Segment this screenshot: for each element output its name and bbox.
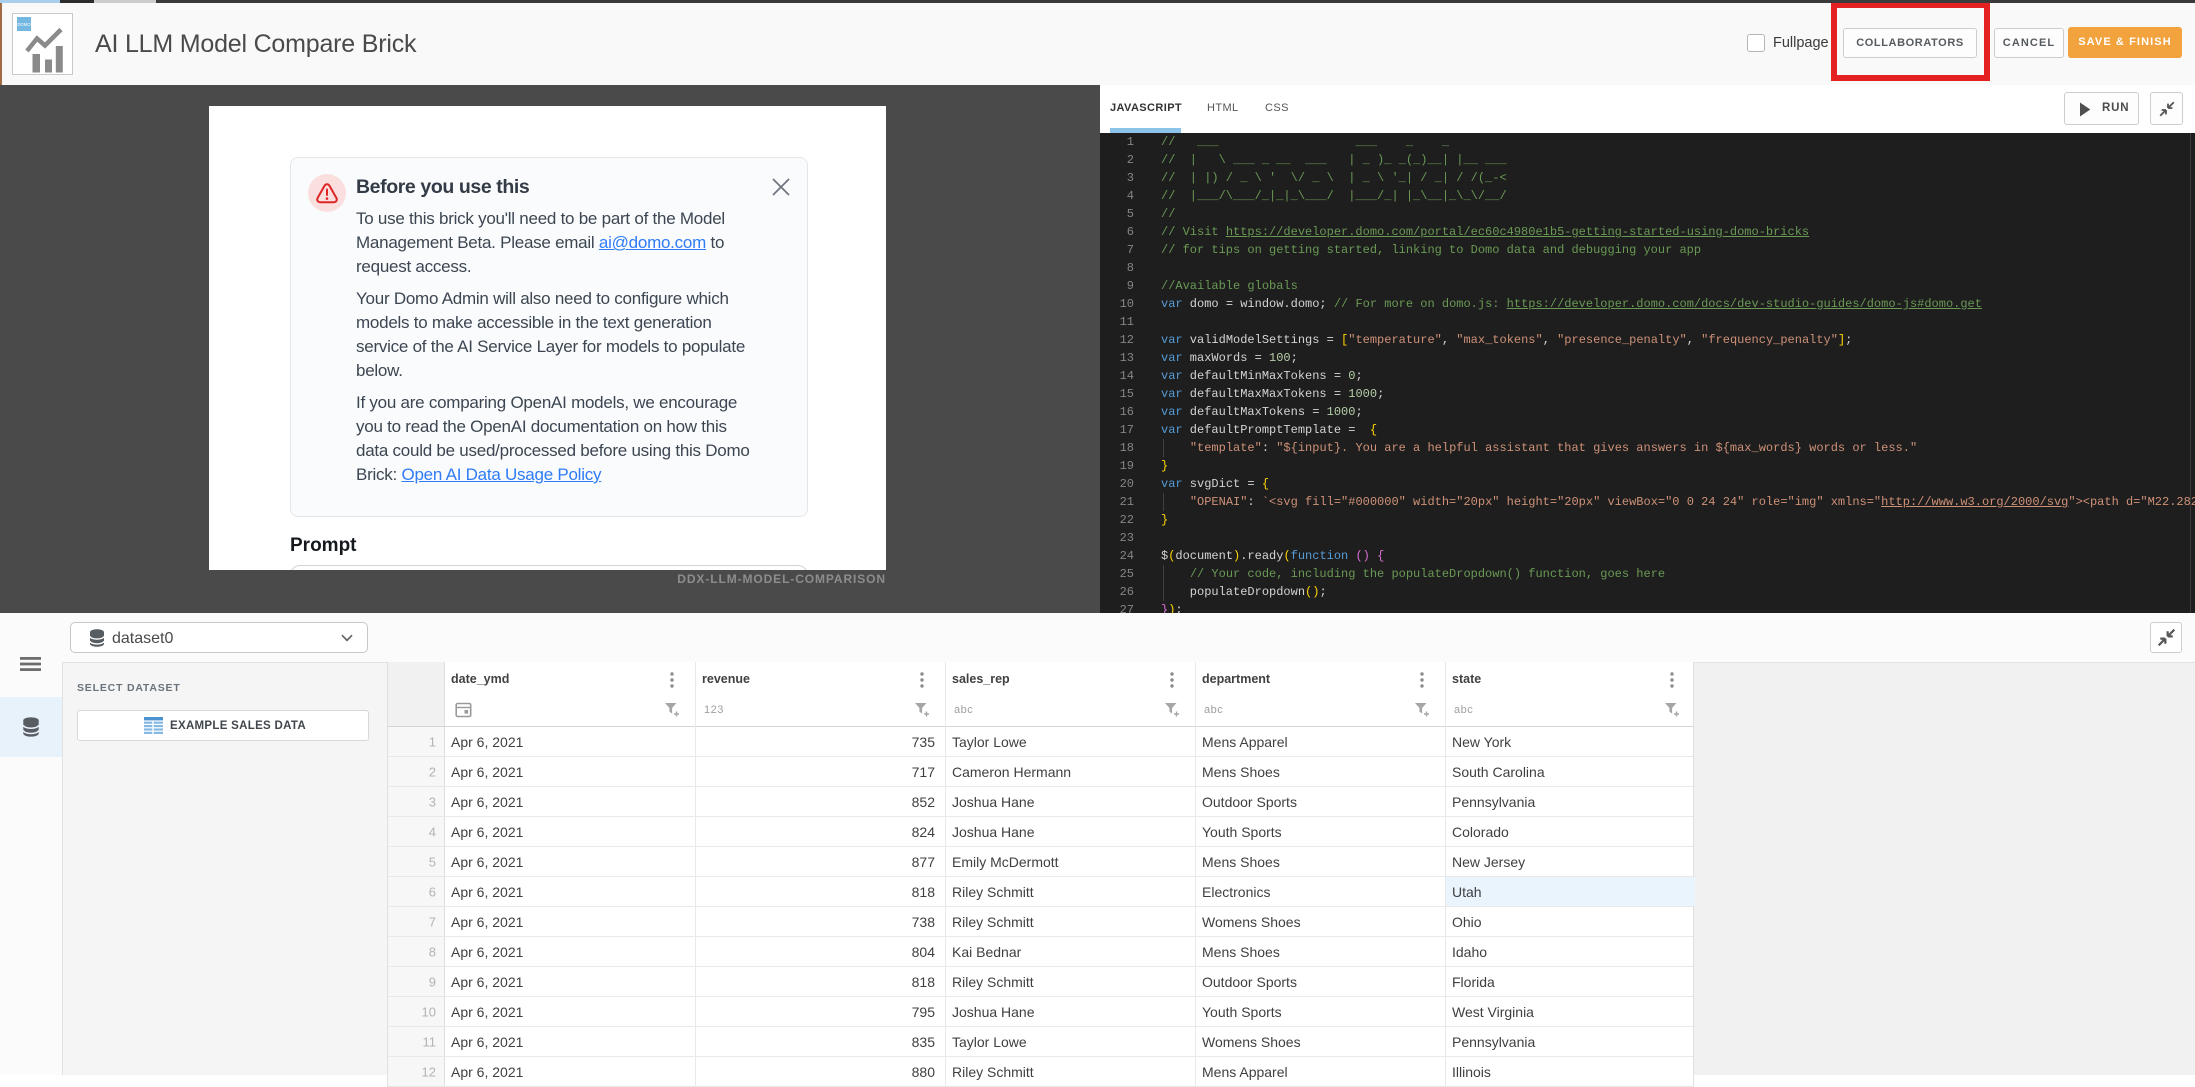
svg-text:DOMO: DOMO: [17, 22, 31, 27]
